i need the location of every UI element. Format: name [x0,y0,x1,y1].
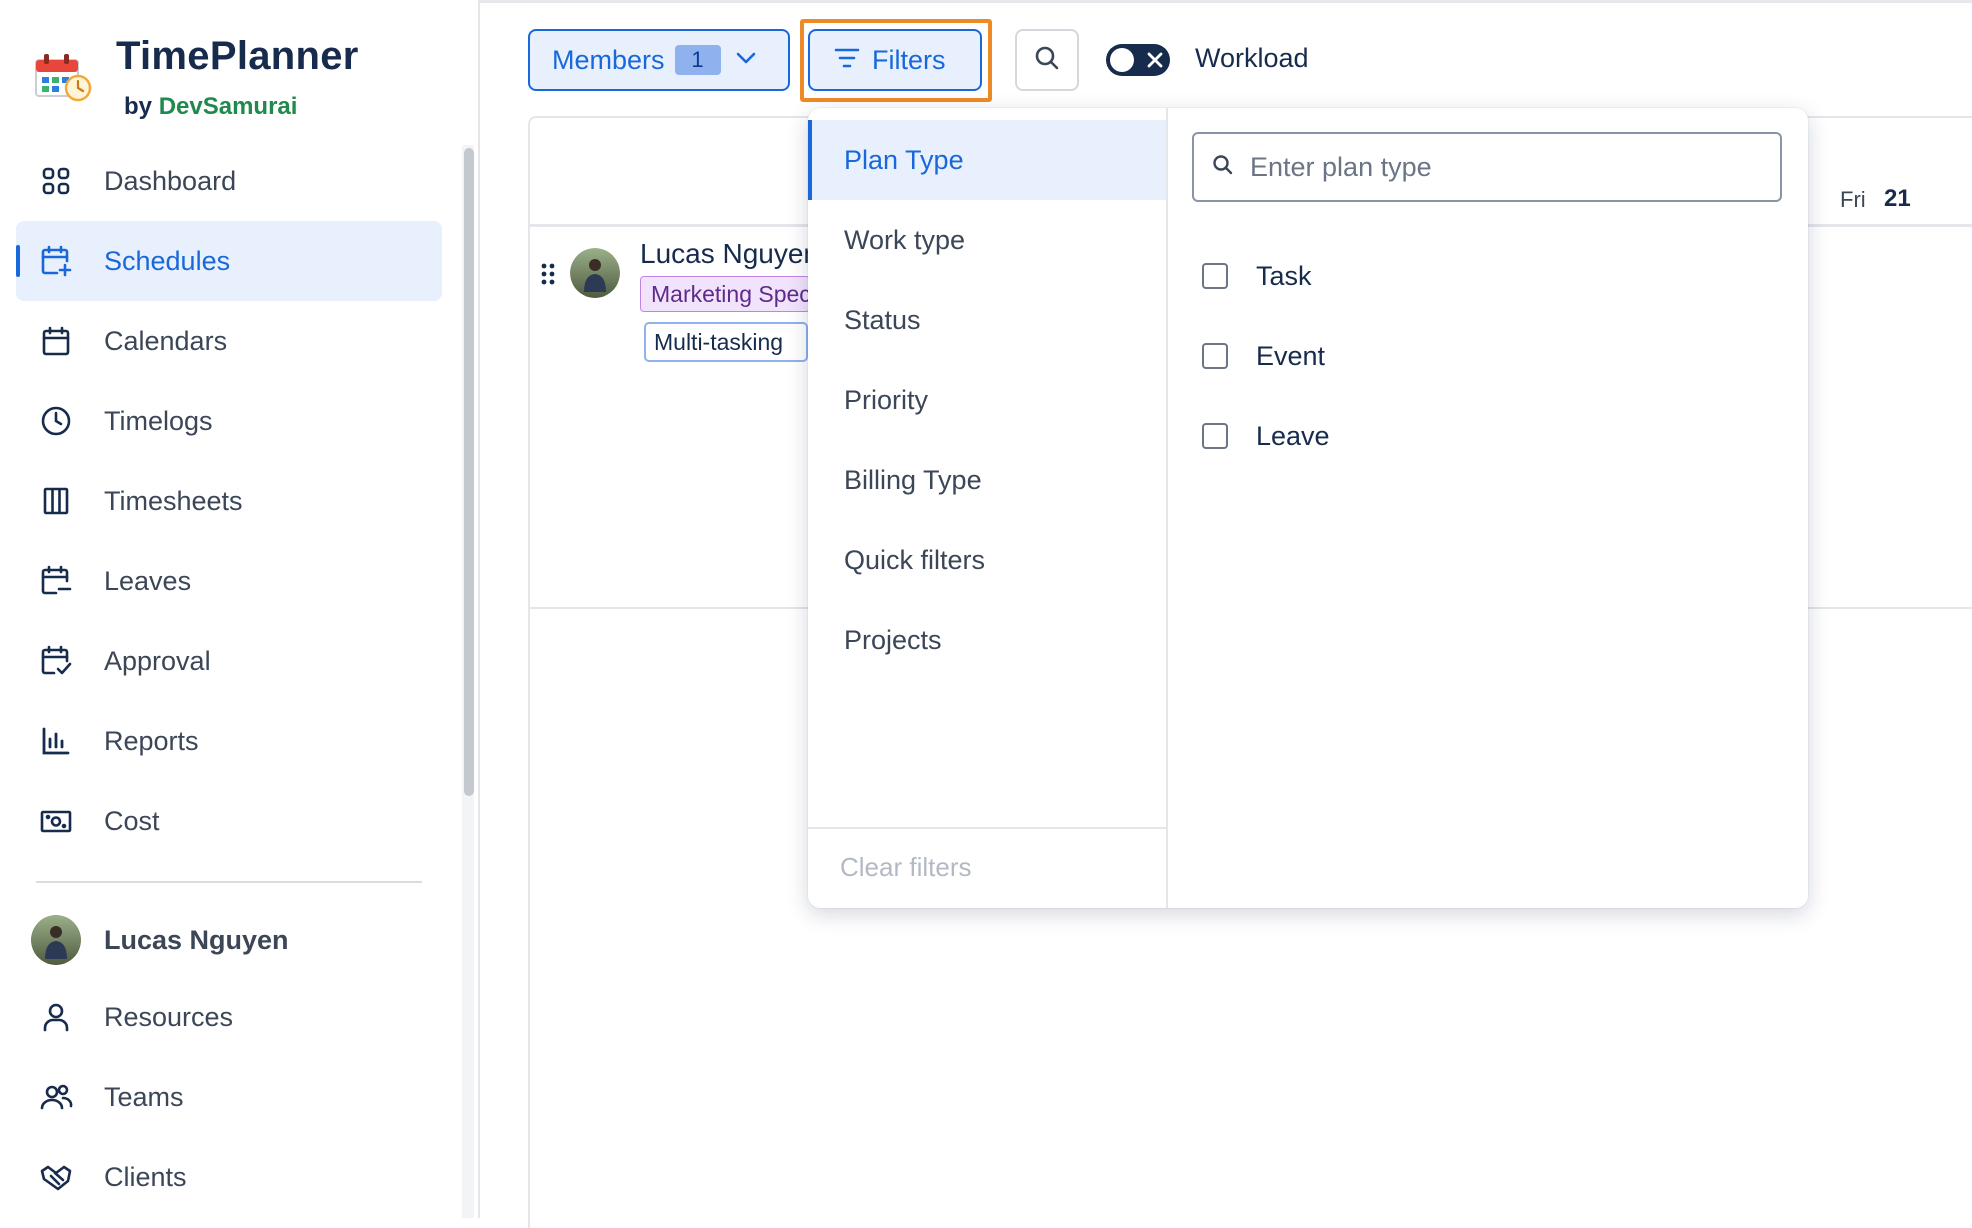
sidebar-divider [36,881,422,883]
filter-category-label: Billing Type [844,464,982,495]
chevron-down-icon [735,51,757,70]
filter-category-label: Quick filters [844,544,986,575]
sidebar-item-cost[interactable]: Cost [16,781,442,861]
members-count-badge: 1 [674,45,721,75]
option-label: Task [1256,260,1312,291]
avatar [31,915,81,965]
handshake-icon [38,1159,74,1195]
clear-filters-divider [808,827,1166,829]
sidebar-item-label: Cost [104,805,160,836]
sidebar: TimePlanner by DevSamurai Dashboard Sche… [0,0,480,1218]
brand-name: DevSamurai [158,93,298,120]
day-of-week-label: Fri [1840,187,1866,212]
person-icon [38,999,74,1035]
app-byline: by DevSamurai [124,93,297,121]
filter-category-label: Projects [844,624,942,655]
option-label: Event [1256,340,1326,371]
sidebar-item-label: Timesheets [104,485,243,516]
filter-category-billing-type[interactable]: Billing Type [808,440,1166,520]
role-tag: Marketing Specialist [640,276,810,312]
clear-filters-button[interactable]: Clear filters [840,852,971,883]
sidebar-item-timelogs[interactable]: Timelogs [16,381,442,461]
checkbox[interactable] [1202,423,1228,449]
filter-lines-icon [834,46,860,75]
checkbox[interactable] [1202,343,1228,369]
sidebar-item-label: Schedules [104,245,231,276]
app-by-prefix: by [124,93,153,120]
sidebar-item-label: Resources [104,1001,234,1032]
sidebar-item-clients[interactable]: Clients [16,1137,442,1217]
sidebar-item-label: Teams [104,1081,184,1112]
drag-handle-icon[interactable] [540,262,556,291]
option-leave[interactable]: Leave [1202,416,1330,456]
sidebar-scrollbar-thumb[interactable] [464,148,474,796]
sidebar-item-timesheets[interactable]: Timesheets [16,461,442,541]
filter-category-label: Work type [844,224,966,255]
search-icon [1034,45,1060,76]
sidebar-item-label: Timelogs [104,405,213,436]
sidebar-item-calendars[interactable]: Calendars [16,301,442,381]
sidebar-item-label: Reports [104,725,199,756]
sidebar-user[interactable]: Lucas Nguyen [16,905,442,975]
sidebar-item-label: Calendars [104,325,228,356]
filters-dropdown: Plan Type Work type Status Priority Bill… [808,108,1808,908]
columns-icon [38,483,74,519]
search-icon [1212,154,1234,181]
money-icon [38,803,74,839]
sidebar-item-label: Leaves [104,565,192,596]
option-label: Leave [1256,420,1330,451]
filter-category-projects[interactable]: Projects [808,600,1166,680]
search-button[interactable] [1015,29,1079,91]
plan-type-search-input[interactable] [1248,150,1772,184]
sidebar-item-label: Dashboard [104,165,237,196]
sidebar-item-leaves[interactable]: Leaves [16,541,442,621]
members-label: Members [552,44,665,75]
sidebar-item-reports[interactable]: Reports [16,701,442,781]
sidebar-item-teams[interactable]: Teams [16,1057,442,1137]
skill-tag: Multi-tasking [644,322,808,362]
sidebar-item-resources[interactable]: Resources [16,977,442,1057]
calendar-plus-icon [38,243,74,279]
checkbox[interactable] [1202,263,1228,289]
sidebar-item-schedules[interactable]: Schedules [16,221,442,301]
toggle-knob [1110,48,1134,72]
filter-category-list: Plan Type Work type Status Priority Bill… [808,108,1168,908]
member-name[interactable]: Lucas Nguyen [640,238,810,270]
bar-chart-icon [38,723,74,759]
team-icon [38,1079,74,1115]
calendar-minus-icon [38,563,74,599]
sidebar-item-dashboard[interactable]: Dashboard [16,141,442,221]
filter-category-plan-type[interactable]: Plan Type [808,120,1166,200]
avatar [570,248,620,298]
filter-category-label: Plan Type [844,144,964,175]
filter-category-status[interactable]: Status [808,280,1166,360]
option-task[interactable]: Task [1202,256,1312,296]
sidebar-item-label: Clients [104,1161,187,1192]
app-title: TimePlanner [116,34,359,78]
clock-icon [38,403,74,439]
user-name: Lucas Nguyen [104,924,289,955]
filter-category-quick-filters[interactable]: Quick filters [808,520,1166,600]
calendar-icon [38,323,74,359]
filter-category-priority[interactable]: Priority [808,360,1166,440]
filter-category-label: Status [844,304,921,335]
timeplanner-logo-icon [34,52,92,102]
filter-category-label: Priority [844,384,929,415]
option-event[interactable]: Event [1202,336,1325,376]
sidebar-item-label: Approval [104,645,211,676]
workload-toggle[interactable] [1106,44,1170,76]
members-button[interactable]: Members 1 [528,29,790,91]
close-icon [1144,49,1166,76]
workload-label: Workload [1195,43,1309,73]
dashboard-icon [38,163,74,199]
filter-category-work-type[interactable]: Work type [808,200,1166,280]
filters-label: Filters [872,44,946,75]
plan-type-search[interactable] [1192,132,1782,202]
filters-button[interactable]: Filters [808,29,982,91]
calendar-check-icon [38,643,74,679]
day-number-label: 21 [1884,185,1911,212]
sidebar-item-approval[interactable]: Approval [16,621,442,701]
